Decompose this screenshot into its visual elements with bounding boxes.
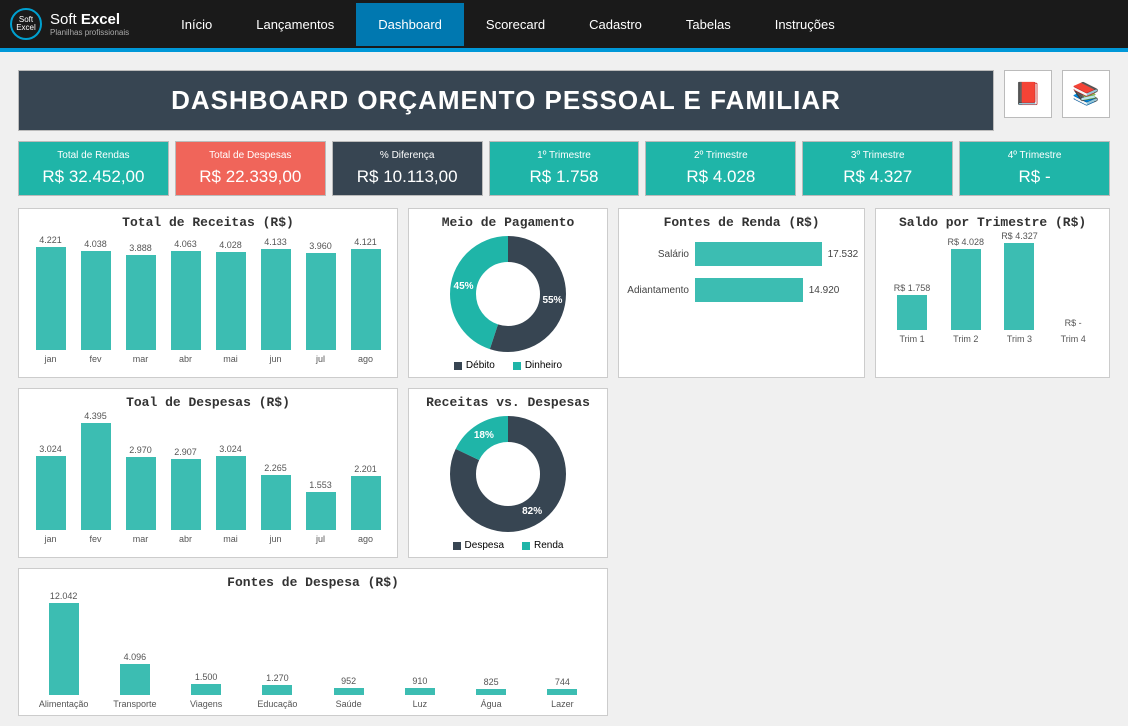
chart-title: Fontes de Renda (R$) <box>625 215 858 230</box>
nav-item-instruções[interactable]: Instruções <box>753 3 857 46</box>
chart-title: Fontes de Despesa (R$) <box>25 575 601 590</box>
chart-receitas: Total de Receitas (R$) 4.221jan4.038fev3… <box>18 208 398 378</box>
chart-fontes-despesa: Fontes de Despesa (R$) 12.042Alimentação… <box>18 568 608 716</box>
kpi-card: % Diferença R$ 10.113,00 <box>332 141 483 196</box>
nav-item-tabelas[interactable]: Tabelas <box>664 3 753 46</box>
bar: 2.265jun <box>254 463 297 544</box>
kpi-card: 1º Trimestre R$ 1.758 <box>489 141 640 196</box>
bar: 1.500Viagens <box>172 672 241 709</box>
bar: 910Luz <box>385 676 454 709</box>
action-icon-1[interactable]: 📕 <box>1004 70 1052 118</box>
bar: 2.201ago <box>344 464 387 544</box>
nav: InícioLançamentosDashboardScorecardCadas… <box>159 3 857 46</box>
card-label: 4º Trimestre <box>964 150 1105 161</box>
kpi-card: Total de Rendas R$ 32.452,00 <box>18 141 169 196</box>
chart-title: Total de Receitas (R$) <box>25 215 391 230</box>
bar: 4.028mai <box>209 240 252 364</box>
legend: DespesaRenda <box>453 540 564 551</box>
chart-fontes-renda: Fontes de Renda (R$) Salário17.532 Adiant… <box>618 208 865 378</box>
card-value: R$ - <box>964 167 1105 187</box>
kpi-card: 3º Trimestre R$ 4.327 <box>802 141 953 196</box>
donut-chart: 82%18% <box>448 414 568 534</box>
bar: 1.270Educação <box>243 673 312 709</box>
kpi-card: Total de Despesas R$ 22.339,00 <box>175 141 326 196</box>
kpi-card: 4º Trimestre R$ - <box>959 141 1110 196</box>
card-value: R$ 10.113,00 <box>337 167 478 187</box>
legend: DébitoDinheiro <box>454 360 562 371</box>
bar: 2.970mar <box>119 445 162 544</box>
card-label: Total de Rendas <box>23 150 164 161</box>
bar: 4.133jun <box>254 237 297 364</box>
chart-title: Receitas vs. Despesas <box>415 395 601 410</box>
kpi-card: 2º Trimestre R$ 4.028 <box>645 141 796 196</box>
bar: 1.553jul <box>299 480 342 544</box>
brand-name-1: Soft <box>50 11 77 28</box>
card-label: 1º Trimestre <box>494 150 635 161</box>
logo-badge-icon: SoftExcel <box>10 8 42 40</box>
nav-item-dashboard[interactable]: Dashboard <box>356 3 464 46</box>
donut-chart: 55%45% <box>448 234 568 354</box>
bar: 2.907abr <box>164 447 207 544</box>
hbar: Salário17.532 <box>625 242 858 266</box>
bar: R$ 1.758Trim 1 <box>886 283 938 344</box>
action-icon-2[interactable]: 📚 <box>1062 70 1110 118</box>
bar: R$ 4.028Trim 2 <box>940 237 992 344</box>
card-value: R$ 4.327 <box>807 167 948 187</box>
page-title: DASHBOARD ORÇAMENTO PESSOAL E FAMILIAR <box>18 70 994 131</box>
bar: R$ -Trim 4 <box>1047 318 1099 344</box>
card-label: % Diferença <box>337 150 478 161</box>
card-value: R$ 22.339,00 <box>180 167 321 187</box>
chart-despesas: Toal de Despesas (R$) 3.024jan4.395fev2.… <box>18 388 398 558</box>
chart-title: Toal de Despesas (R$) <box>25 395 391 410</box>
chart-rec-vs-desp: Receitas vs. Despesas 82%18% DespesaRenda <box>408 388 608 558</box>
bar: 3.024mai <box>209 444 252 544</box>
bar: 12.042Alimentação <box>29 591 98 709</box>
card-label: Total de Despesas <box>180 150 321 161</box>
logo: SoftExcel Soft Excel Planilhas profissio… <box>10 8 129 40</box>
hbar: Adiantamento14.920 <box>625 278 858 302</box>
chart-saldo-trim: Saldo por Trimestre (R$) R$ 1.758Trim 1R… <box>875 208 1110 378</box>
nav-item-início[interactable]: Início <box>159 3 234 46</box>
card-value: R$ 1.758 <box>494 167 635 187</box>
kpi-cards: Total de Rendas R$ 32.452,00 Total de Desp… <box>18 141 1110 196</box>
bar: 825Água <box>457 677 526 709</box>
bar: 3.888mar <box>119 243 162 364</box>
bar: 3.024jan <box>29 444 72 544</box>
chart-pagamento: Meio de Pagamento 55%45% DébitoDinheiro <box>408 208 608 378</box>
chart-title: Saldo por Trimestre (R$) <box>882 215 1103 230</box>
bar: R$ 4.327Trim 3 <box>994 231 1046 344</box>
nav-item-scorecard[interactable]: Scorecard <box>464 3 567 46</box>
bar: 4.096Transporte <box>100 652 169 709</box>
brand-sub: Planilhas profissionais <box>50 28 129 37</box>
nav-item-lançamentos[interactable]: Lançamentos <box>234 3 356 46</box>
bar: 4.063abr <box>164 239 207 364</box>
bar: 4.221jan <box>29 235 72 364</box>
bar: 952Saúde <box>314 676 383 709</box>
topbar: SoftExcel Soft Excel Planilhas profissio… <box>0 0 1128 48</box>
chart-title: Meio de Pagamento <box>415 215 601 230</box>
bar: 3.960jul <box>299 241 342 364</box>
card-label: 2º Trimestre <box>650 150 791 161</box>
brand-name-2: Excel <box>81 11 120 28</box>
nav-item-cadastro[interactable]: Cadastro <box>567 3 664 46</box>
bar: 4.395fev <box>74 411 117 544</box>
bar: 4.038fev <box>74 239 117 364</box>
bar: 744Lazer <box>528 677 597 709</box>
card-label: 3º Trimestre <box>807 150 948 161</box>
card-value: R$ 32.452,00 <box>23 167 164 187</box>
bar: 4.121ago <box>344 237 387 364</box>
card-value: R$ 4.028 <box>650 167 791 187</box>
